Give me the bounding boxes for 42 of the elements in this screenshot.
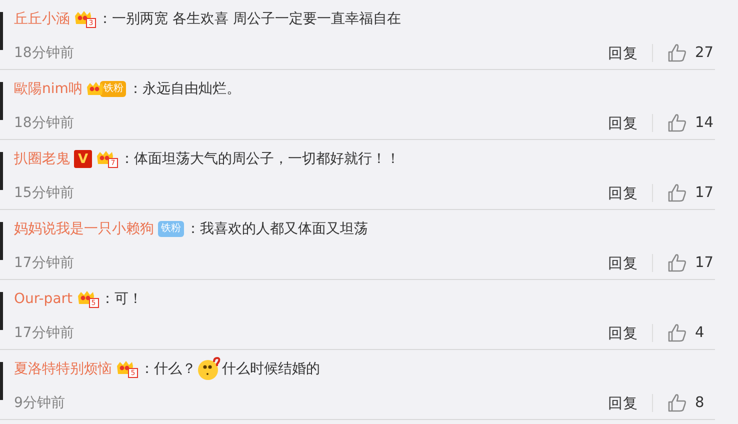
like-button[interactable]: 27 (667, 43, 715, 63)
crown-icon (86, 81, 104, 97)
reply-button[interactable]: 回复 (608, 254, 638, 272)
timestamp: 17分钟前 (14, 324, 75, 342)
reply-button[interactable]: 回复 (608, 324, 638, 342)
timestamp: 17分钟前 (14, 254, 75, 272)
comment-text: ：永远自由灿烂。 (128, 80, 240, 98)
thumbs-up-icon (667, 393, 687, 413)
comment-text: ：体面坦荡大气的周公子，一切都好就行！！ (120, 150, 400, 168)
reply-button[interactable]: 回复 (608, 44, 638, 62)
like-button[interactable]: 14 (667, 113, 715, 133)
verified-badge: V (74, 150, 92, 168)
comment-text: 什么时候结婚的 (222, 360, 320, 378)
avatar-edge (0, 152, 3, 190)
reply-button[interactable]: 回复 (608, 114, 638, 132)
comment-text: ：可！ (100, 290, 143, 308)
thumbs-up-icon (667, 253, 687, 273)
avatar-edge (0, 362, 3, 400)
fan-badge: 铁粉 (100, 81, 126, 97)
reply-button[interactable]: 回复 (608, 184, 638, 202)
fan-badge: 铁粉 (158, 221, 184, 237)
avatar-edge (0, 292, 3, 330)
timestamp: 9分钟前 (14, 394, 66, 412)
like-button[interactable]: 17 (667, 183, 715, 203)
avatar-edge (0, 82, 3, 120)
like-button[interactable]: 8 (667, 393, 715, 413)
comment-text: ：一别两宽 各生欢喜 周公子一定要一直幸福自在 (98, 10, 401, 28)
like-button[interactable]: 17 (667, 253, 715, 273)
timestamp: 15分钟前 (14, 184, 75, 202)
thumbs-up-icon (667, 43, 687, 63)
comment-text: ：什么？ (140, 360, 196, 378)
thumbs-up-icon (667, 113, 687, 133)
like-button[interactable]: 4 (667, 323, 715, 343)
avatar-edge (0, 222, 3, 260)
puzzled-face-icon (197, 357, 221, 381)
thumbs-up-icon (667, 183, 687, 203)
reply-button[interactable]: 回复 (608, 394, 638, 412)
thumbs-up-icon (667, 323, 687, 343)
timestamp: 18分钟前 (14, 114, 75, 132)
comment-text: ：我喜欢的人都又体面又坦荡 (186, 220, 368, 238)
avatar-edge (0, 12, 3, 50)
timestamp: 18分钟前 (14, 44, 75, 62)
